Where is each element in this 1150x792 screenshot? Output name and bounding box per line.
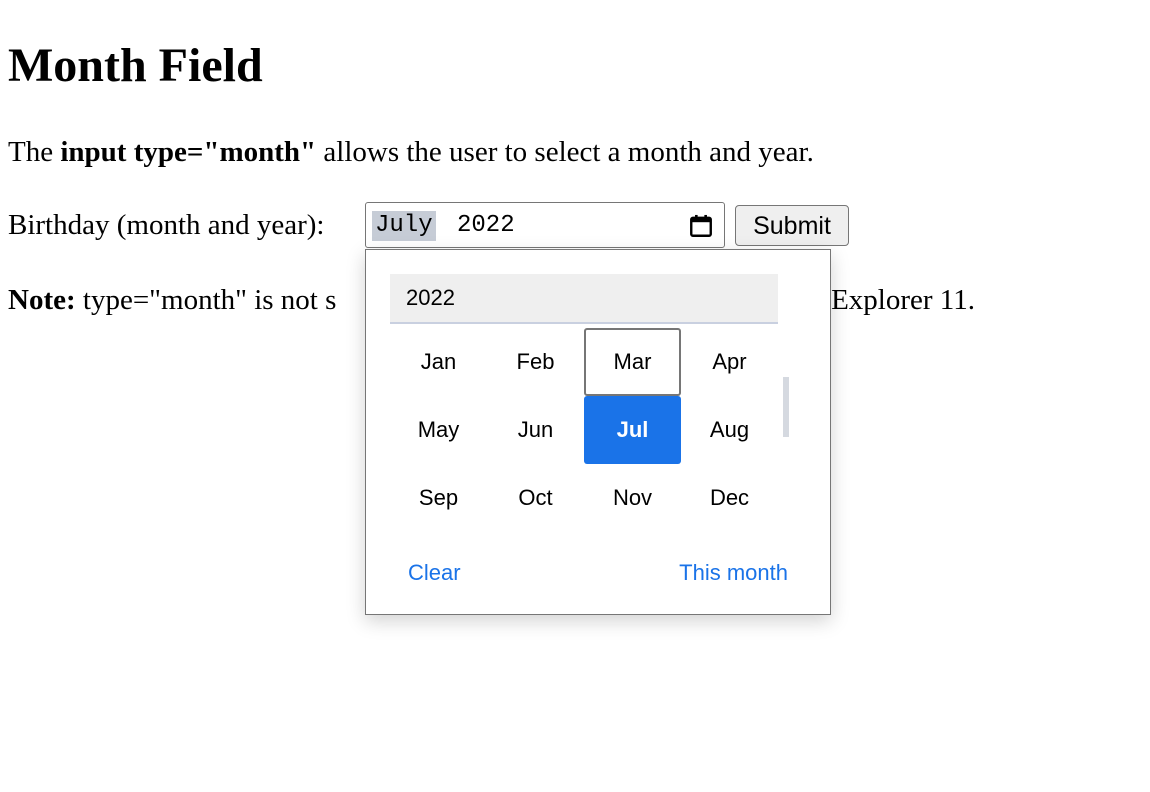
month-option-may[interactable]: May (390, 396, 487, 464)
birthday-label: Birthday (month and year): (8, 209, 325, 241)
month-option-jun[interactable]: Jun (487, 396, 584, 464)
picker-scrollbar[interactable] (783, 377, 789, 437)
picker-year-header[interactable]: 2022 (390, 274, 778, 324)
page-title: Month Field (8, 39, 263, 92)
month-option-apr[interactable]: Apr (681, 328, 778, 396)
month-option-oct[interactable]: Oct (487, 464, 584, 532)
month-option-jan[interactable]: Jan (390, 328, 487, 396)
this-month-button[interactable]: This month (679, 560, 788, 586)
intro-code: input type="month" (60, 136, 317, 168)
clear-button[interactable]: Clear (408, 560, 461, 586)
month-grid: Jan Feb Mar Apr May Jun Jul Aug Sep Oct Nov Dec (390, 328, 778, 532)
month-option-jul[interactable]: Jul (584, 396, 681, 464)
note-label: Note: (8, 284, 76, 316)
month-picker-popup: 2022 Jan Feb Mar Apr May Jun Jul Aug Sep Oct Nov De… (365, 249, 831, 615)
month-segment[interactable]: July (372, 211, 436, 241)
month-option-dec[interactable]: Dec (681, 464, 778, 532)
intro-prefix: The (8, 136, 61, 168)
calendar-icon[interactable] (688, 213, 714, 239)
month-option-sep[interactable]: Sep (390, 464, 487, 532)
intro-paragraph: The input type="month" allows the user t… (8, 135, 814, 169)
month-option-feb[interactable]: Feb (487, 328, 584, 396)
submit-button[interactable]: Submit (735, 205, 849, 246)
month-option-mar[interactable]: Mar (584, 328, 681, 396)
month-option-aug[interactable]: Aug (681, 396, 778, 464)
month-input[interactable]: July 2022 (365, 202, 725, 248)
year-segment[interactable]: 2022 (457, 211, 515, 241)
month-option-nov[interactable]: Nov (584, 464, 681, 532)
note-text-start: type="month" is not s (75, 284, 337, 316)
intro-suffix: allows the user to select a month and ye… (316, 136, 814, 168)
birthday-form: Birthday (month and year): (8, 208, 325, 242)
